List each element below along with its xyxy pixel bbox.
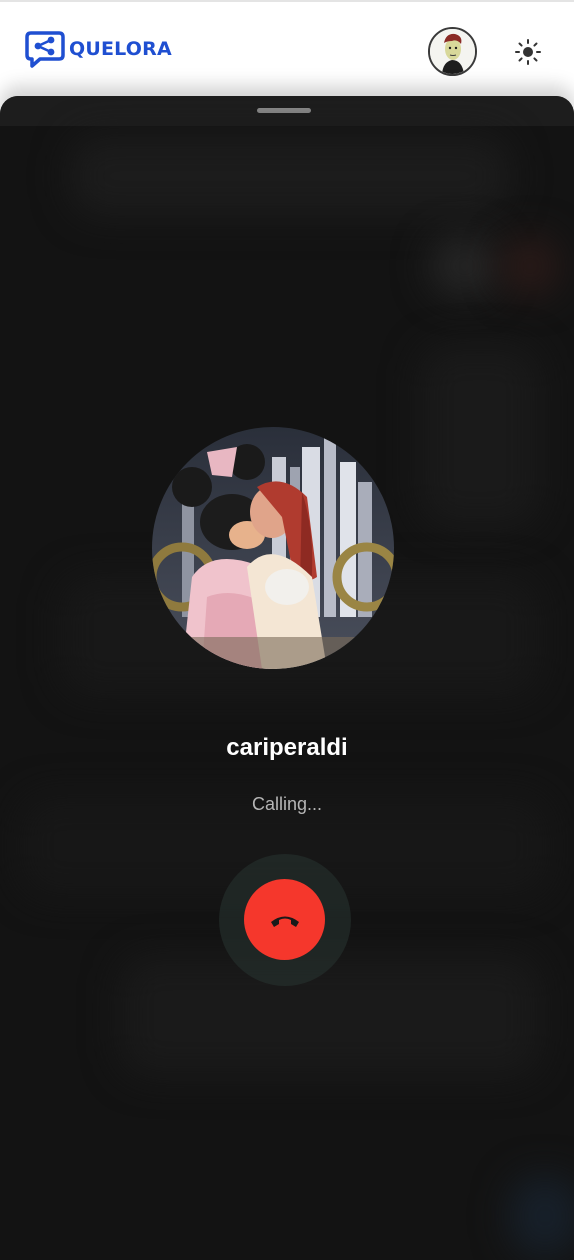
blurred-background bbox=[430, 236, 500, 296]
drag-handle[interactable] bbox=[257, 108, 311, 113]
top-bar: QUELORA bbox=[0, 0, 574, 96]
sheet-header bbox=[0, 96, 574, 126]
brand-logo[interactable]: QUELORA bbox=[25, 30, 172, 68]
avatar-image bbox=[430, 29, 475, 74]
brand-name: QUELORA bbox=[69, 38, 172, 60]
blurred-background bbox=[510, 1176, 574, 1256]
blurred-background bbox=[70, 136, 510, 216]
share-chat-icon bbox=[25, 31, 65, 68]
user-avatar[interactable] bbox=[428, 27, 477, 76]
caller-photo-image bbox=[152, 427, 394, 669]
caller-photo bbox=[152, 427, 394, 669]
phone-hangup-icon bbox=[270, 916, 299, 927]
blurred-background bbox=[420, 346, 540, 526]
sun-icon[interactable] bbox=[514, 38, 542, 66]
call-sheet: cariperaldi Calling... bbox=[0, 96, 574, 1260]
blurred-background bbox=[500, 236, 560, 296]
hangup-button[interactable] bbox=[244, 879, 325, 960]
call-status: Calling... bbox=[251, 794, 323, 814]
blurred-background bbox=[120, 956, 540, 1076]
caller-name: cariperaldi bbox=[226, 734, 348, 761]
